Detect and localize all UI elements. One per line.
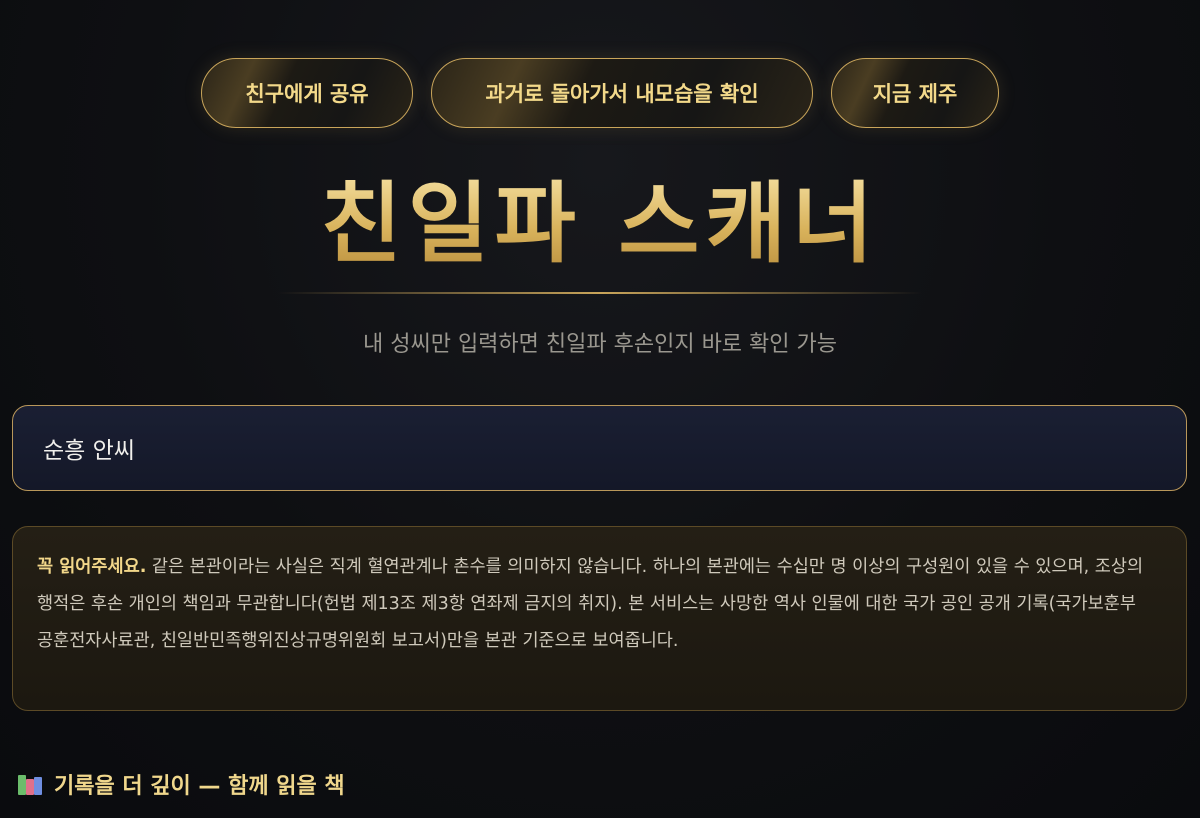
- page-title: 친일파 스캐너: [0, 168, 1200, 278]
- search-box: [12, 405, 1187, 491]
- notice-box: 꼭 읽어주세요. 같은 본관이라는 사실은 직계 혈연관계나 촌수를 의미하지 …: [12, 526, 1187, 711]
- share-button[interactable]: 친구에게 공유: [201, 58, 413, 128]
- notice-body: 같은 본관이라는 사실은 직계 혈연관계나 촌수를 의미하지 않습니다. 하나의…: [37, 557, 1144, 651]
- title-divider: [278, 292, 922, 294]
- notice-lead: 꼭 읽어주세요.: [37, 557, 147, 577]
- books-icon: [18, 771, 44, 797]
- page-subtitle: 내 성씨만 입력하면 친일파 후손인지 바로 확인 가능: [363, 332, 837, 357]
- past-self-button[interactable]: 과거로 돌아가서 내모습을 확인: [431, 58, 813, 128]
- books-heading-text: 기록을 더 깊이 — 함께 읽을 책: [54, 774, 345, 799]
- jeju-button[interactable]: 지금 제주: [831, 58, 999, 128]
- top-nav: 친구에게 공유 과거로 돌아가서 내모습을 확인 지금 제주: [0, 58, 1200, 128]
- surname-input[interactable]: [41, 434, 1158, 462]
- books-section-heading: 기록을 더 깊이 — 함께 읽을 책: [18, 768, 345, 800]
